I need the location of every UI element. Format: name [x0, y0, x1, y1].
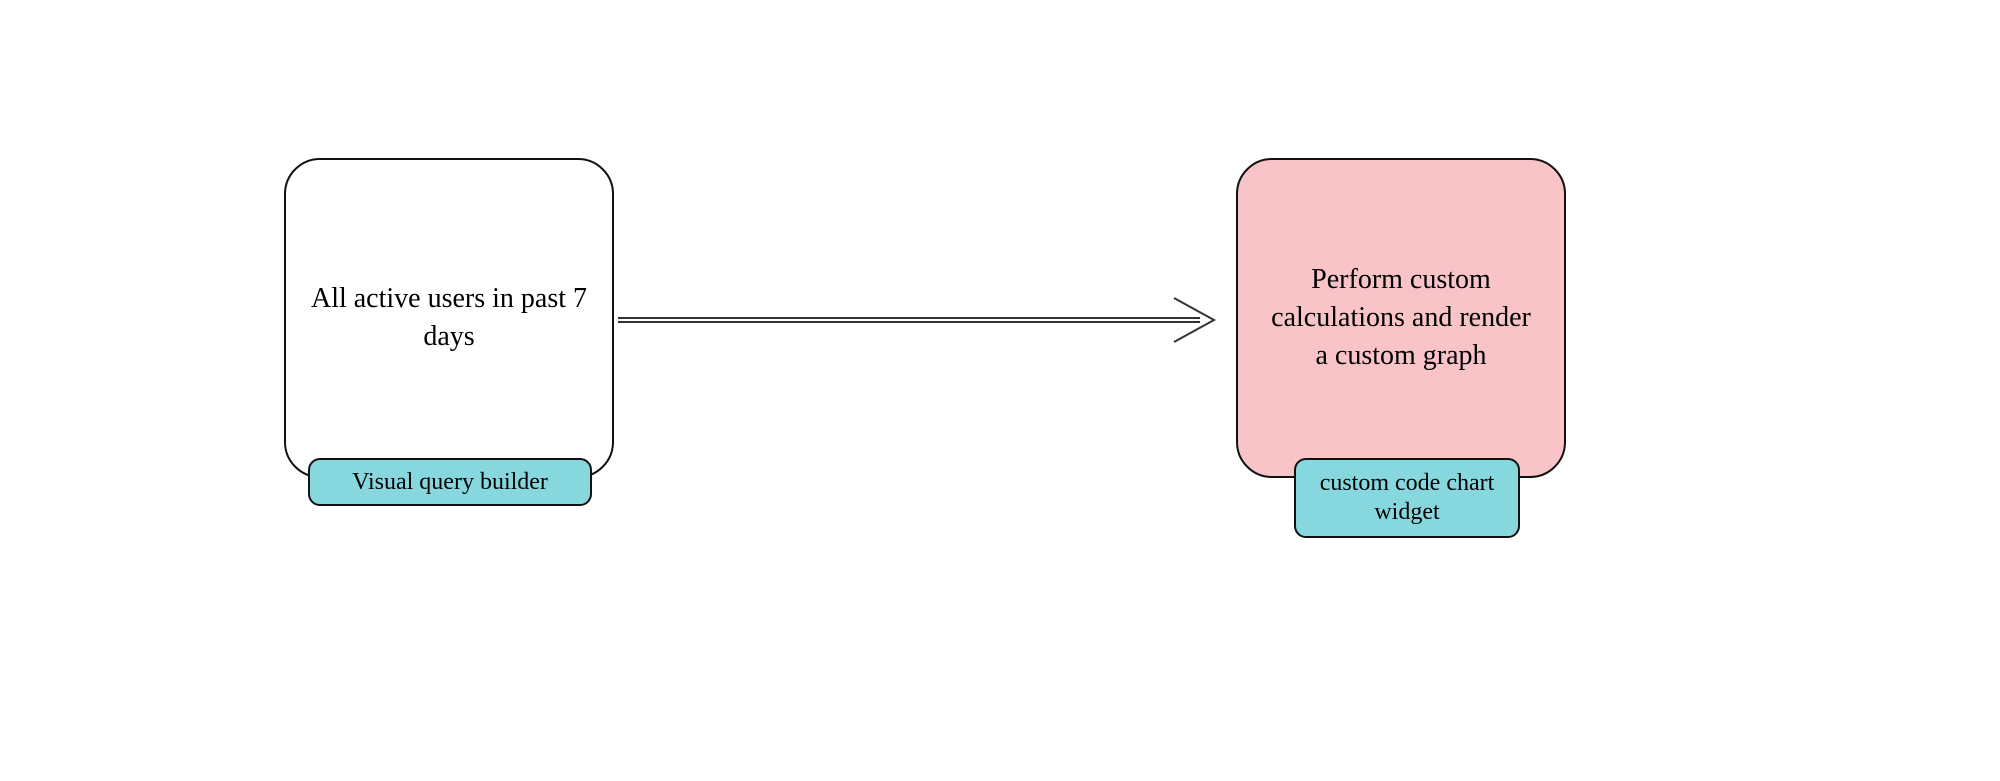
- tag-visual-query-builder-text: Visual query builder: [352, 468, 548, 497]
- node-active-users-text: All active users in past 7 days: [310, 280, 588, 356]
- node-custom-calc: Perform custom calculations and render a…: [1236, 158, 1566, 478]
- diagram-canvas: All active users in past 7 days Visual q…: [0, 0, 2000, 781]
- tag-custom-code-chart: custom code chart widget: [1294, 458, 1520, 538]
- node-active-users: All active users in past 7 days: [284, 158, 614, 478]
- node-custom-calc-text: Perform custom calculations and render a…: [1262, 261, 1540, 374]
- tag-custom-code-chart-text: custom code chart widget: [1310, 469, 1504, 527]
- arrow-icon: [614, 280, 1234, 360]
- tag-visual-query-builder: Visual query builder: [308, 458, 592, 506]
